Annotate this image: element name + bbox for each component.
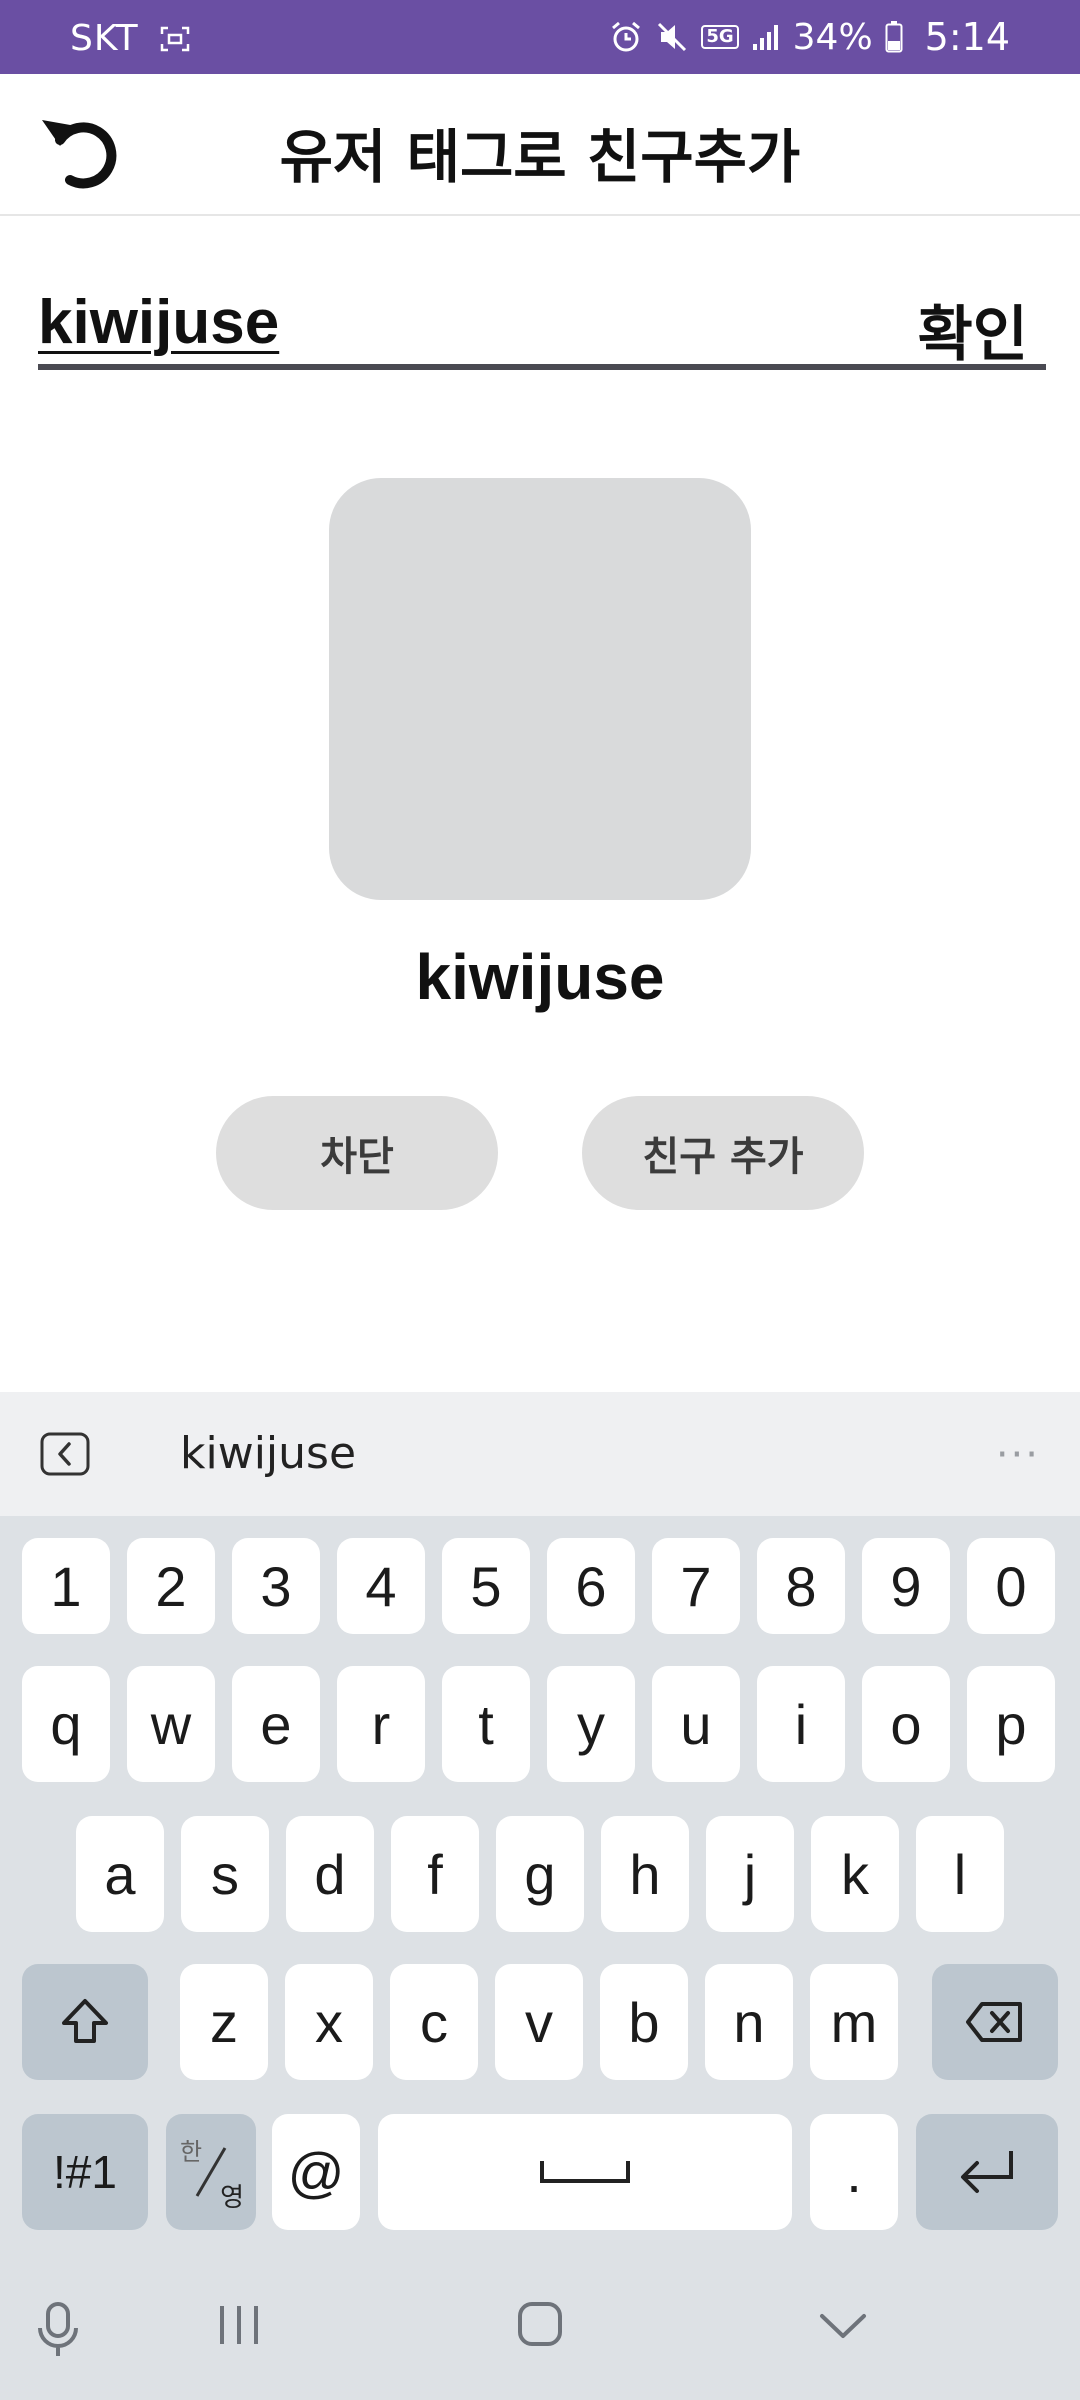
symbols-key[interactable]: !#1 [22,2114,148,2230]
user-tag-input[interactable] [38,282,858,362]
letter-key-p[interactable]: p [967,1666,1055,1782]
letter-key-s[interactable]: s [181,1816,269,1932]
input-underline [38,364,1046,370]
letter-key-r[interactable]: r [337,1666,425,1782]
letter-key-y[interactable]: y [547,1666,635,1782]
screen-recorder-icon [160,26,190,52]
letter-key-k[interactable]: k [811,1816,899,1932]
confirm-button[interactable]: 확인 [918,286,1028,373]
at-key[interactable]: @ [272,2114,360,2230]
more-options-icon[interactable]: ··· [996,1432,1040,1478]
page-title: 유저 태그로 친구추가 [279,123,801,191]
letter-key-v[interactable]: v [495,1964,583,2080]
microphone-icon[interactable] [36,2300,80,2360]
keyboard-suggestion-bar: kiwijuse ··· [0,1392,1080,1516]
app-header: 유저 태그로 친구추가 [0,74,1080,216]
alarm-icon [612,21,641,52]
backspace-icon [966,2002,1022,2042]
carrier-label: SKT [70,18,139,59]
letter-key-w[interactable]: w [127,1666,215,1782]
letter-key-z[interactable]: z [180,1964,268,2080]
number-key-3[interactable]: 3 [232,1538,320,1634]
number-key-5[interactable]: 5 [442,1538,530,1634]
number-key-9[interactable]: 9 [862,1538,950,1634]
keyboard-hide-icon[interactable] [818,2310,868,2340]
system-nav-bar [0,2260,1080,2400]
letter-key-i[interactable]: i [757,1666,845,1782]
profile-username: kiwijuse [415,941,665,1013]
status-bar: SKT 5G 34% 5:14 [0,0,1080,74]
backspace-key[interactable] [932,1964,1058,2080]
number-key-7[interactable]: 7 [652,1538,740,1634]
user-tag-search: 확인 [38,272,1046,372]
number-key-4[interactable]: 4 [337,1538,425,1634]
letter-key-n[interactable]: n [705,1964,793,2080]
letter-key-q[interactable]: q [22,1666,110,1782]
mute-icon [658,22,687,52]
letter-key-f[interactable]: f [391,1816,479,1932]
letter-key-a[interactable]: a [76,1816,164,1932]
letter-key-u[interactable]: u [652,1666,740,1782]
letter-key-d[interactable]: d [286,1816,374,1932]
enter-icon [961,2151,1013,2193]
home-icon[interactable] [516,2300,564,2348]
letter-key-l[interactable]: l [916,1816,1004,1932]
network-type-icon: 5G [701,25,739,49]
letter-key-h[interactable]: h [601,1816,689,1932]
letter-key-m[interactable]: m [810,1964,898,2080]
letter-key-j[interactable]: j [706,1816,794,1932]
shift-key[interactable] [22,1964,148,2080]
letter-key-e[interactable]: e [232,1666,320,1782]
letter-key-b[interactable]: b [600,1964,688,2080]
number-key-8[interactable]: 8 [757,1538,845,1634]
enter-key[interactable] [916,2114,1058,2230]
letter-key-t[interactable]: t [442,1666,530,1782]
toolbar-collapse-icon[interactable] [40,1432,90,1476]
shift-icon [62,1999,108,2043]
space-key[interactable] [378,2114,792,2230]
battery-percent: 34% [792,16,873,58]
signal-icon [752,25,778,50]
letter-key-x[interactable]: x [285,1964,373,2080]
recent-apps-icon[interactable] [214,2300,264,2350]
lang-english-label: 영 [220,2183,244,2213]
avatar [329,478,751,900]
add-friend-button[interactable]: 친구 추가 [582,1096,864,1210]
number-key-6[interactable]: 6 [547,1538,635,1634]
letter-key-o[interactable]: o [862,1666,950,1782]
number-key-1[interactable]: 1 [22,1538,110,1634]
word-suggestion[interactable]: kiwijuse [180,1428,356,1479]
space-icon [540,2161,630,2183]
block-button[interactable]: 차단 [216,1096,498,1210]
number-key-0[interactable]: 0 [967,1538,1055,1634]
language-toggle-key[interactable]: 한 영 [166,2114,256,2230]
clock: 5:14 [924,15,1010,59]
letter-key-c[interactable]: c [390,1964,478,2080]
battery-icon [885,21,903,53]
period-key[interactable]: . [810,2114,898,2230]
number-key-2[interactable]: 2 [127,1538,215,1634]
letter-key-g[interactable]: g [496,1816,584,1932]
